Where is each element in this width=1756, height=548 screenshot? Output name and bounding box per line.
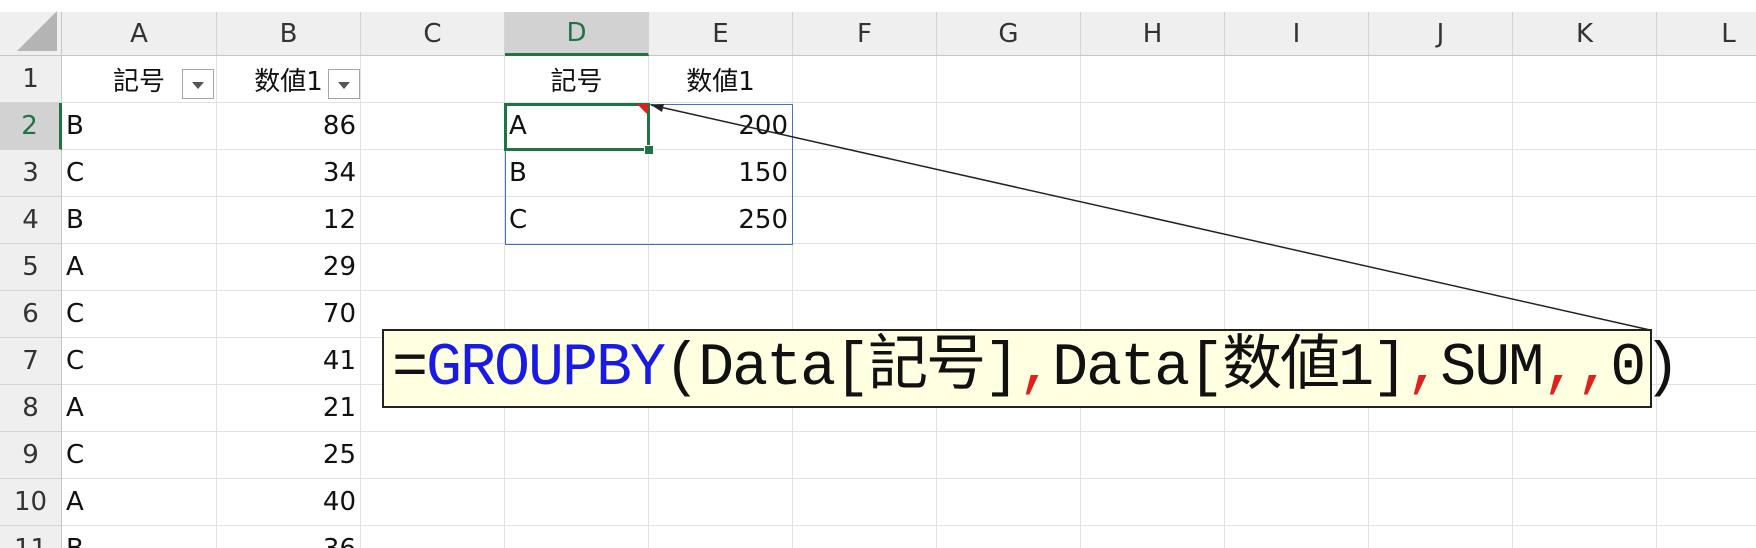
- table-cell-kigou[interactable]: C: [62, 338, 216, 384]
- row-header-7[interactable]: 7: [0, 338, 62, 385]
- table-cell-suuchi[interactable]: 34: [217, 150, 360, 196]
- table-cell-kigou[interactable]: B: [62, 197, 216, 243]
- row-header-1[interactable]: 1: [0, 56, 62, 103]
- table-cell-kigou[interactable]: C: [62, 291, 216, 337]
- table-cell-kigou[interactable]: C: [62, 432, 216, 478]
- spreadsheet: ABCDEFGHIJKL 1234567891011 記号数値1B86C34B1…: [0, 0, 1756, 548]
- table-cell-suuchi[interactable]: 12: [217, 197, 360, 243]
- column-header-B[interactable]: B: [217, 12, 361, 56]
- filter-dropdown-icon: [192, 82, 204, 89]
- formula-token: (Data[記号]: [664, 334, 1020, 403]
- formula-function-name: GROUPBY: [426, 334, 666, 403]
- grid-line: [1080, 56, 1081, 548]
- table-cell-kigou[interactable]: A: [62, 385, 216, 431]
- row-header-5[interactable]: 5: [0, 244, 62, 291]
- grid-line: [1368, 56, 1369, 548]
- column-header-G[interactable]: G: [937, 12, 1081, 56]
- fill-handle[interactable]: [644, 145, 654, 155]
- row-header-10[interactable]: 10: [0, 479, 62, 526]
- grid-line: [1656, 56, 1657, 548]
- select-all-button[interactable]: [0, 11, 62, 56]
- grid-line: [360, 56, 361, 548]
- formula-token: 0): [1610, 334, 1680, 403]
- formula-separator: ,: [1018, 334, 1054, 403]
- filter-dropdown-suuchi[interactable]: [328, 69, 360, 99]
- table-cell-suuchi[interactable]: 41: [217, 338, 360, 384]
- result-header-suuchi[interactable]: 数値1: [649, 56, 792, 102]
- select-all-icon: [17, 11, 57, 51]
- row-header-6[interactable]: 6: [0, 291, 62, 338]
- column-header-K[interactable]: K: [1513, 12, 1657, 56]
- table-cell-kigou[interactable]: B: [62, 103, 216, 149]
- table-cell-suuchi[interactable]: 86: [217, 103, 360, 149]
- table-cell-suuchi[interactable]: 21: [217, 385, 360, 431]
- result-header-kigou[interactable]: 記号: [505, 56, 648, 102]
- table-cell-kigou[interactable]: A: [62, 244, 216, 290]
- table-cell-suuchi[interactable]: 36: [217, 526, 360, 548]
- table-cell-kigou[interactable]: B: [62, 526, 216, 548]
- row-header-9[interactable]: 9: [0, 432, 62, 479]
- column-header-A[interactable]: A: [62, 12, 217, 56]
- formula-separator: ,: [1406, 334, 1442, 403]
- filter-dropdown-icon: [338, 82, 350, 89]
- table-cell-suuchi[interactable]: 40: [217, 479, 360, 525]
- column-header-I[interactable]: I: [1225, 12, 1369, 56]
- column-header-J[interactable]: J: [1369, 12, 1513, 56]
- column-header-F[interactable]: F: [793, 12, 937, 56]
- formula-token: Data[数値1]: [1052, 334, 1408, 403]
- formula-callout: =GROUPBY(Data[記号],Data[数値1],SUM,,0): [382, 329, 1680, 408]
- grid-line: [936, 56, 937, 548]
- table-cell-kigou[interactable]: A: [62, 479, 216, 525]
- row-header-8[interactable]: 8: [0, 385, 62, 432]
- table-cell-suuchi[interactable]: 29: [217, 244, 360, 290]
- row-header-3[interactable]: 3: [0, 150, 62, 197]
- grid-line: [1512, 56, 1513, 548]
- row-header-4[interactable]: 4: [0, 197, 62, 244]
- column-header-D[interactable]: D: [505, 12, 649, 56]
- column-header-H[interactable]: H: [1081, 12, 1225, 56]
- row-header-2[interactable]: 2: [0, 103, 62, 150]
- row-header-11[interactable]: 11: [0, 526, 62, 548]
- active-cell-D2[interactable]: [504, 103, 650, 151]
- formula-separator: ,: [1576, 334, 1612, 403]
- formula-token: SUM: [1440, 334, 1544, 403]
- grid-line: [1224, 56, 1225, 548]
- table-cell-suuchi[interactable]: 70: [217, 291, 360, 337]
- formula-separator: ,: [1542, 334, 1578, 403]
- column-header-L[interactable]: L: [1657, 12, 1756, 56]
- filter-dropdown-kigou[interactable]: [182, 69, 214, 99]
- table-cell-kigou[interactable]: C: [62, 150, 216, 196]
- table-cell-suuchi[interactable]: 25: [217, 432, 360, 478]
- formula-token: =: [392, 334, 428, 403]
- column-header-E[interactable]: E: [649, 12, 793, 56]
- formula-text: =GROUPBY(Data[記号],Data[数値1],SUM,,0): [392, 339, 1680, 399]
- comment-indicator-icon[interactable]: [637, 104, 648, 115]
- column-header-C[interactable]: C: [361, 12, 505, 56]
